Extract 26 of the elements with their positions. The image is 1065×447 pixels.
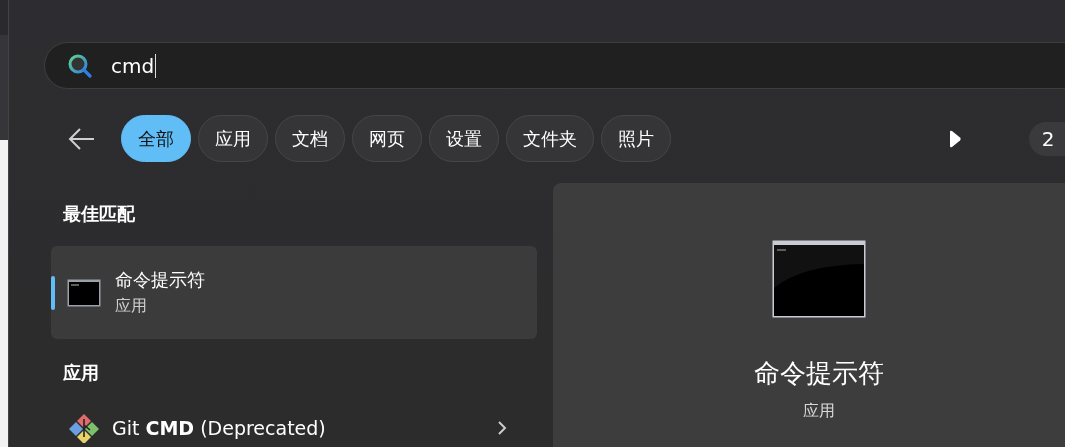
- filter-tab[interactable]: 文件夹: [506, 115, 594, 162]
- selection-indicator: [51, 276, 55, 310]
- play-icon[interactable]: [948, 129, 962, 148]
- filter-tab[interactable]: 设置: [429, 115, 499, 162]
- result-name: 命令提示符: [115, 268, 205, 292]
- terminal-icon: [67, 278, 101, 307]
- terminal-icon: [772, 240, 866, 318]
- search-text: cmd: [111, 53, 155, 78]
- count-badge: 2: [1029, 121, 1065, 156]
- filter-tab[interactable]: 照片: [601, 115, 671, 162]
- section-heading: 最佳匹配: [63, 202, 135, 226]
- app-type: 应用: [803, 401, 835, 422]
- section-heading: 应用: [63, 361, 99, 385]
- result-item[interactable]: 命令提示符 应用: [51, 246, 537, 339]
- search-icon: [67, 52, 93, 79]
- app-result[interactable]: Git CMD (Deprecated): [51, 413, 537, 443]
- filter-tab[interactable]: 网页: [352, 115, 422, 162]
- search-field[interactable]: cmd: [44, 42, 1065, 89]
- chevron-icon: [497, 420, 507, 436]
- filter-tab[interactable]: 应用: [198, 115, 268, 162]
- diamond-tiles-icon: [68, 413, 100, 443]
- app-title: 命令提示符: [754, 357, 884, 390]
- back-arrow-icon[interactable]: [68, 126, 96, 151]
- filter-tab[interactable]: 全部: [121, 115, 191, 162]
- result-type: 应用: [115, 296, 148, 317]
- filter-tab[interactable]: 文档: [275, 115, 345, 162]
